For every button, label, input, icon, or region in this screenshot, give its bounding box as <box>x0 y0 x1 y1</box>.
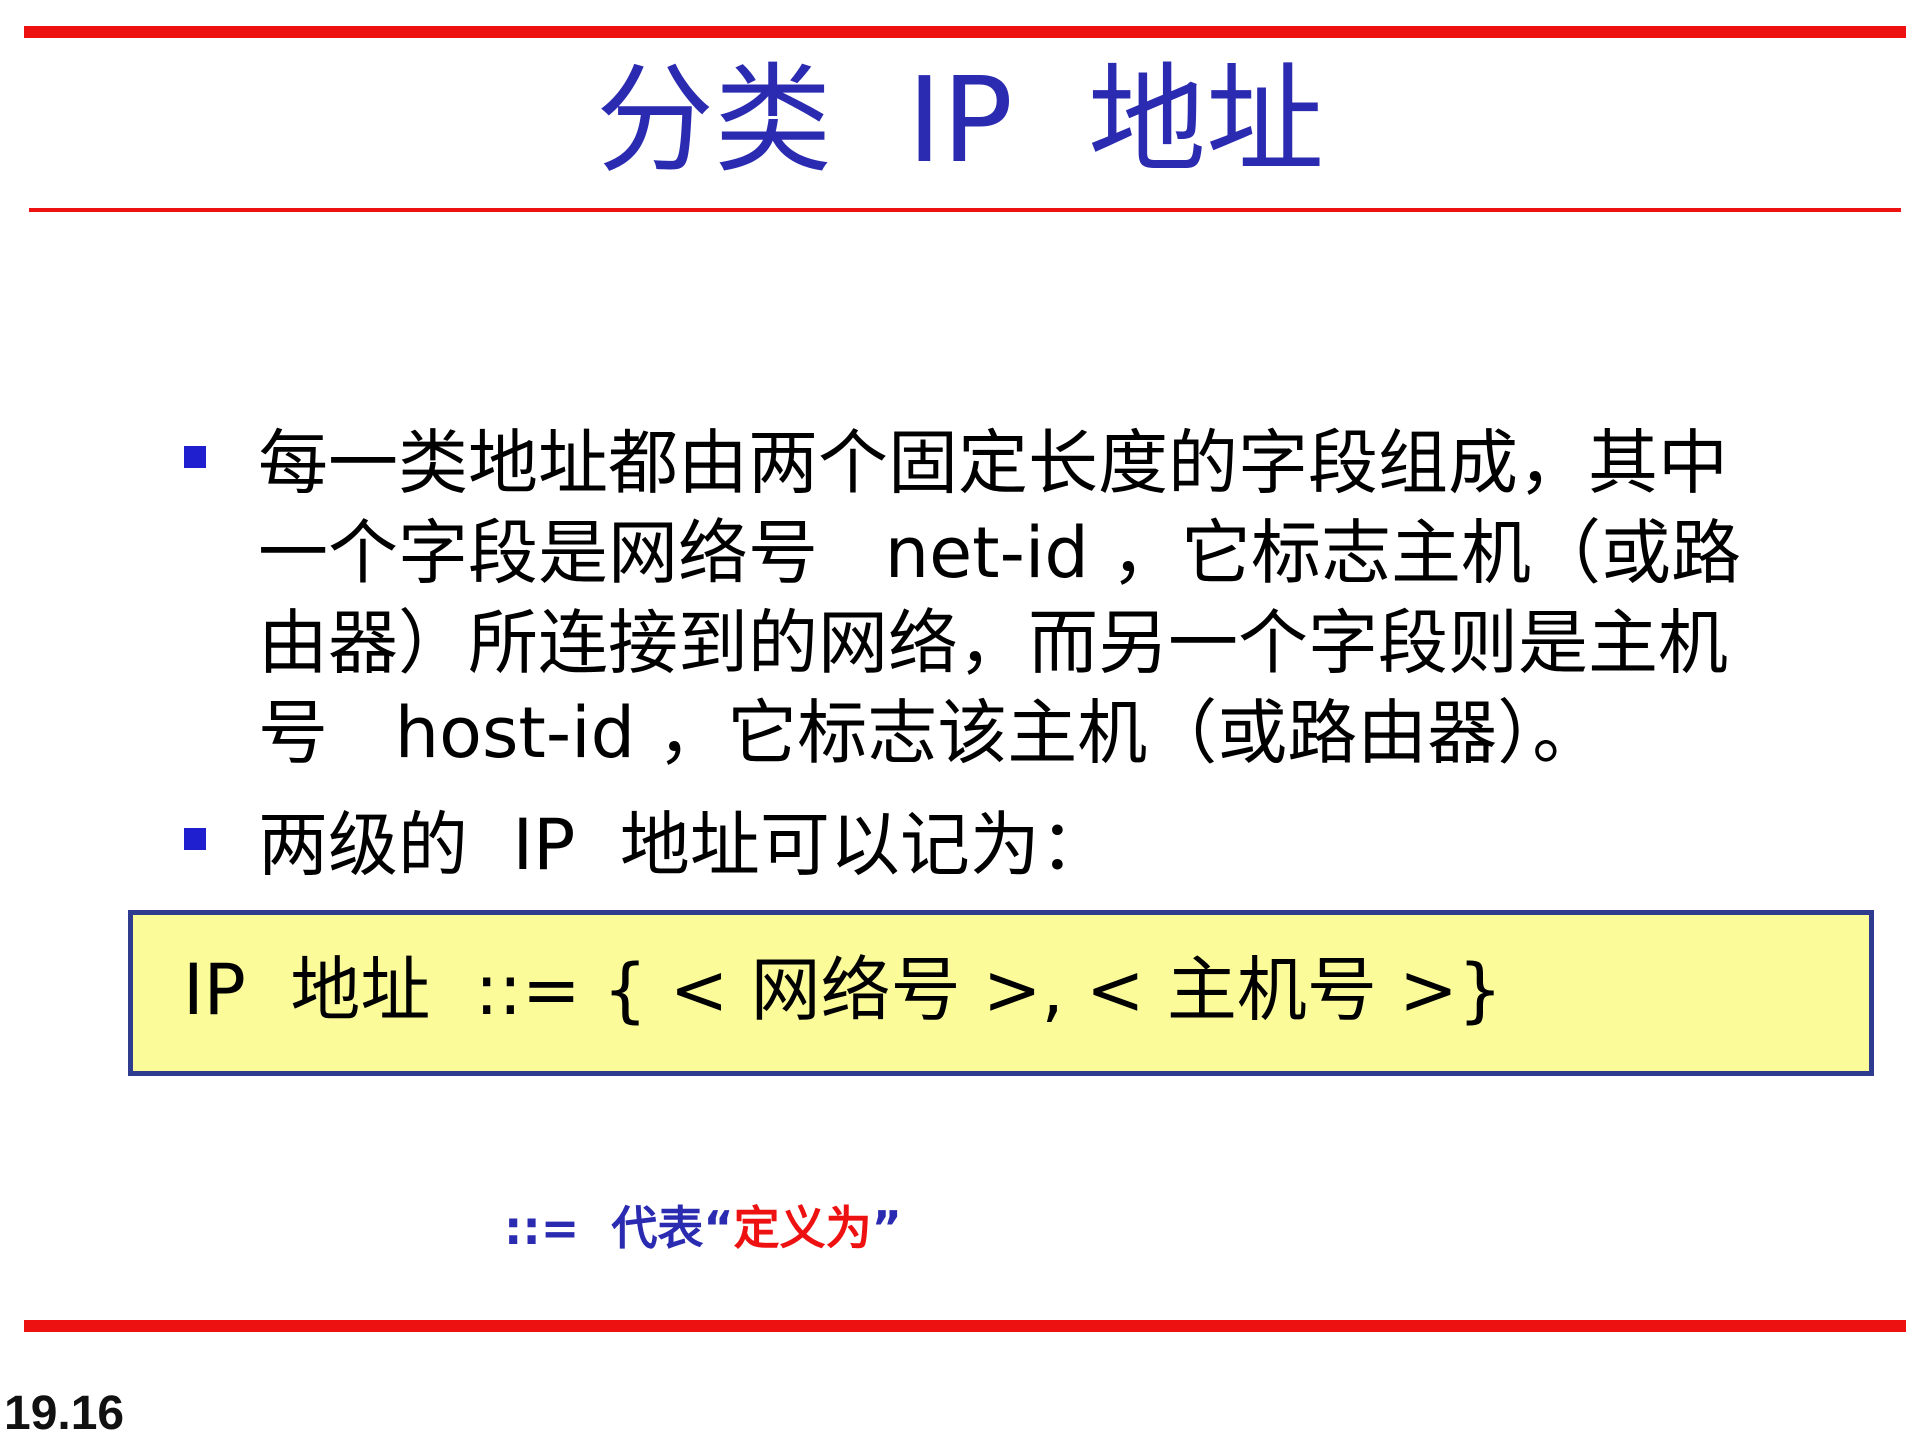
bullet-line: 一个字段是网络号 net-id ，它标志主机（或路 <box>258 512 1742 594</box>
formula-box: IP 地址 ::= { < 网络号 >, < 主机号 >} <box>128 910 1874 1076</box>
bullet-line: 号 host-id ，它标志该主机（或路由器）。 <box>258 692 1603 774</box>
square-bullet-icon <box>184 828 206 850</box>
bottom-rule <box>24 1320 1906 1332</box>
title-divider <box>29 208 1901 212</box>
page-number: 19.16 <box>4 1387 125 1440</box>
slide-title: 分类 IP 地址 <box>596 51 1324 189</box>
bullet-text: 两级的 IP 地址可以记为： <box>258 800 1878 890</box>
formula-text: IP 地址 ::= { < 网络号 >, < 主机号 >} <box>183 949 1503 1031</box>
bullet-line: 两级的 IP 地址可以记为： <box>258 804 1110 886</box>
note-symbol: ::= <box>504 1201 580 1255</box>
definition-note: ::= 代表“定义为” <box>504 1198 902 1258</box>
bullet-line: 由器）所连接到的网络，而另一个字段则是主机 <box>258 602 1728 684</box>
top-rule <box>24 26 1906 38</box>
note-description: 代表 <box>611 1201 704 1255</box>
square-bullet-icon <box>184 446 206 468</box>
note-open-quote: “ <box>703 1201 734 1255</box>
bullet-text: 每一类地址都由两个固定长度的字段组成，其中 一个字段是网络号 net-id ，它标… <box>258 418 1878 778</box>
note-close-quote: ” <box>871 1201 902 1255</box>
note-defined-as: 定义为 <box>733 1201 872 1255</box>
bullet-line: 每一类地址都由两个固定长度的字段组成，其中 <box>258 422 1728 504</box>
